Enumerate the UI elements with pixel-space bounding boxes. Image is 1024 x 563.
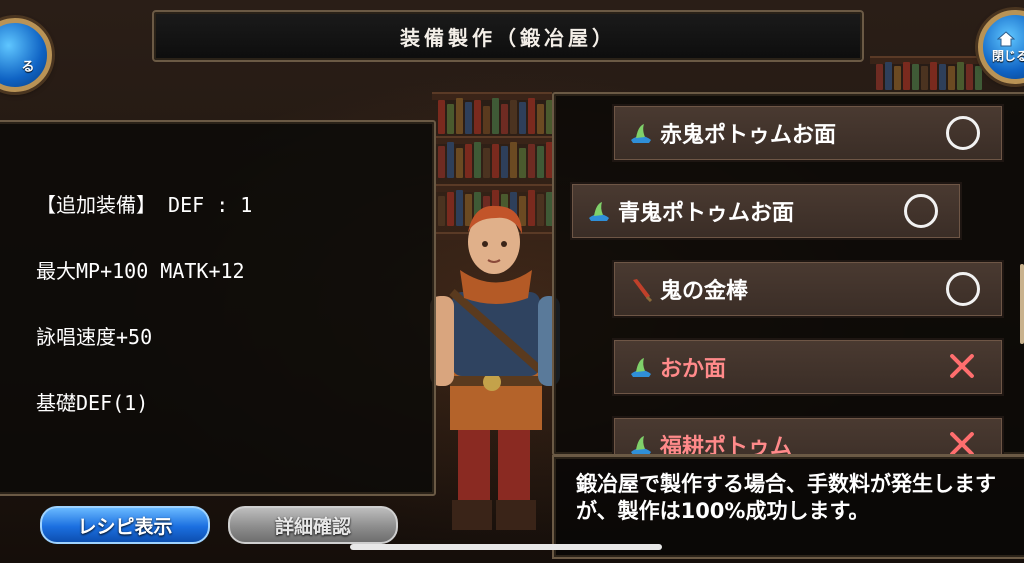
equipment-stats: 【追加装備】 DEF : 1 最大MP+100 MATK+12 詠唱速度+50 …	[36, 150, 252, 458]
stat-line: 【追加装備】 DEF : 1	[36, 193, 253, 217]
close-button-label: 閉じる	[991, 48, 1024, 63]
recipe-display-button[interactable]: レシピ表示	[40, 506, 210, 544]
available-circle-icon	[946, 116, 980, 150]
club-icon	[633, 279, 653, 302]
recipe-name: 鬼の金棒	[660, 279, 749, 304]
page-title: 装備製作（鍛冶屋）	[400, 25, 616, 50]
books	[876, 62, 982, 90]
equipment-stats-panel: 【追加装備】 DEF : 1 最大MP+100 MATK+12 詠唱速度+50 …	[0, 120, 436, 496]
unavailable-cross-icon	[946, 350, 978, 382]
books	[438, 142, 553, 178]
hat-icon	[631, 358, 651, 377]
recipe-name: おか面	[660, 357, 727, 382]
hat-icon	[589, 202, 609, 221]
hat-icon	[631, 124, 651, 143]
home-icon	[997, 30, 1015, 46]
recipe-name: 福耕ポトゥム	[660, 435, 793, 456]
recipe-list-panel[interactable]: 赤鬼ポトゥムお面 青鬼ポトゥムお面 鬼の金棒 おか面 福耕ポトゥム	[552, 92, 1024, 456]
stat-line: 詠唱速度+50	[36, 325, 153, 349]
home-indicator[interactable]	[350, 544, 662, 550]
message-text: 鍛冶屋で製作する場合、手数料が発生しますが、製作は100%成功します。	[576, 472, 996, 523]
stat-line: 基礎DEF(1)	[36, 391, 149, 415]
list-scrollbar[interactable]	[1020, 264, 1024, 344]
detail-confirm-button[interactable]: 詳細確認	[228, 506, 398, 544]
hat-icon	[631, 436, 651, 454]
available-circle-icon	[904, 194, 938, 228]
recipe-item[interactable]: おか面	[612, 338, 1004, 396]
stat-line: 最大MP+100 MATK+12	[36, 259, 245, 283]
recipe-item[interactable]: 鬼の金棒	[612, 260, 1004, 318]
recipe-name: 赤鬼ポトゥムお面	[660, 123, 837, 148]
title-bar: 装備製作（鍛冶屋）	[152, 10, 864, 62]
recipe-item[interactable]: 青鬼ポトゥムお面	[570, 182, 962, 240]
available-circle-icon	[946, 272, 980, 306]
recipe-name: 青鬼ポトゥムお面	[618, 201, 795, 226]
blacksmith-character	[430, 205, 560, 530]
books	[438, 98, 553, 134]
back-button-label: る	[21, 59, 35, 75]
unavailable-cross-icon	[946, 428, 978, 454]
recipe-item[interactable]: 赤鬼ポトゥムお面	[612, 104, 1004, 162]
recipe-item[interactable]: 福耕ポトゥム	[612, 416, 1004, 456]
